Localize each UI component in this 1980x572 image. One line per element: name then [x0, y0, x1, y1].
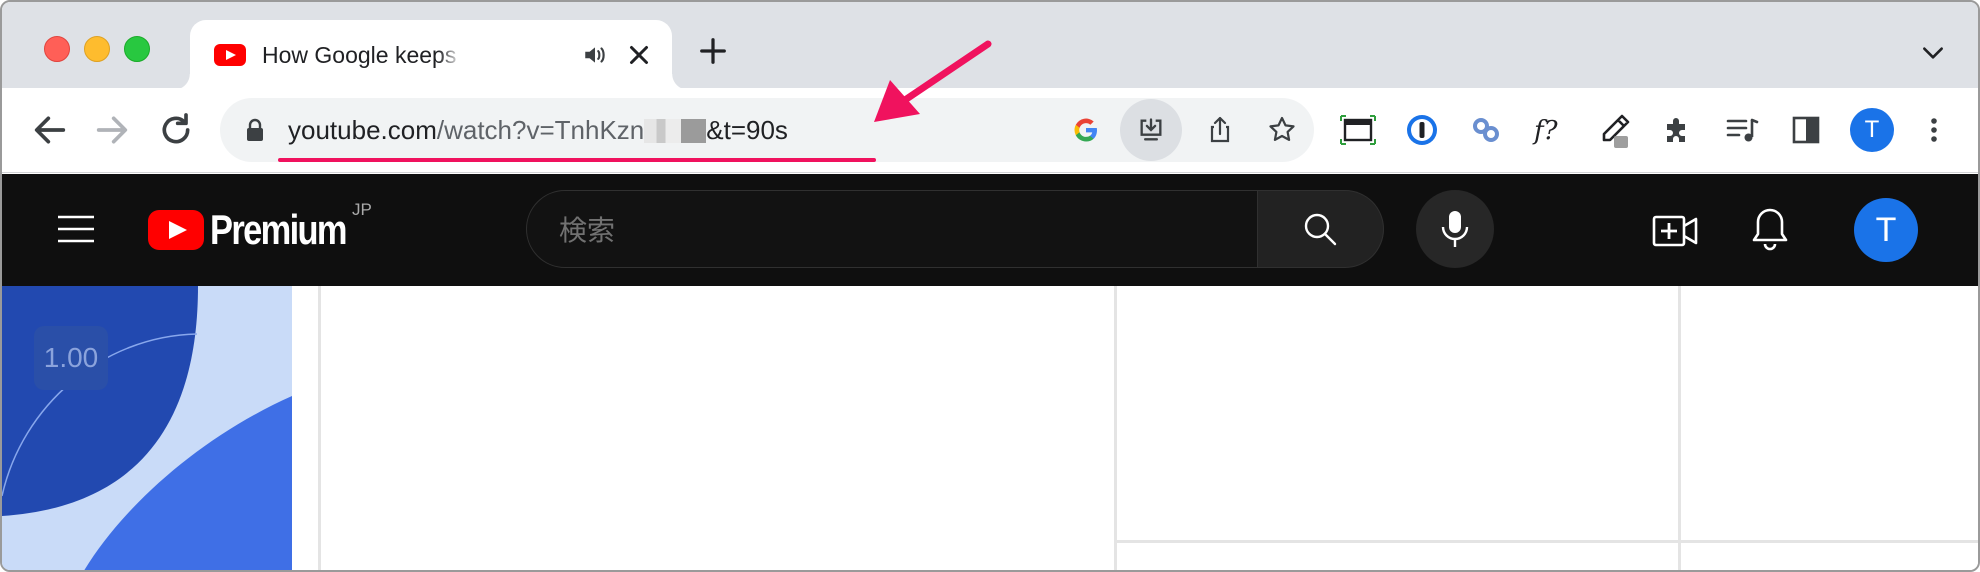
region-label: JP	[352, 200, 372, 219]
screenshot-icon[interactable]	[1338, 110, 1378, 150]
url-path: /watch?v=TnhKzn	[436, 115, 645, 145]
video-thumbnail[interactable]: 1.00	[2, 286, 292, 570]
url-text[interactable]: youtube.com/watch?v=TnhKzn &t=90s	[288, 114, 788, 146]
install-app-icon	[1140, 118, 1162, 141]
create-video-icon[interactable]	[1652, 210, 1698, 252]
youtube-favicon-icon	[214, 44, 246, 66]
youtube-logo-icon[interactable]	[148, 210, 204, 250]
active-tab[interactable]: How Google keeps you safe	[174, 20, 688, 90]
page-content: 1.00	[2, 286, 1978, 570]
share-icon[interactable]	[1200, 110, 1240, 150]
eyedropper-icon[interactable]	[1594, 110, 1634, 150]
search-box[interactable]	[526, 190, 1258, 268]
microphone-icon	[1441, 211, 1469, 247]
new-tab-plus-icon[interactable]	[698, 36, 728, 66]
lock-icon[interactable]	[246, 118, 264, 142]
profile-avatar[interactable]: T	[1850, 108, 1894, 152]
youtube-brand-text[interactable]: Premium	[210, 204, 348, 256]
link-icon[interactable]	[1466, 110, 1506, 150]
youtube-header: Premium JP T	[2, 174, 1978, 286]
close-window-button[interactable]	[44, 36, 70, 62]
browser-window: How Google keeps you safe	[0, 0, 1980, 572]
url-suffix: &t=90s	[706, 115, 788, 145]
google-icon[interactable]	[1066, 110, 1106, 150]
reload-icon[interactable]	[156, 110, 196, 150]
search-input[interactable]	[557, 211, 1161, 249]
voice-search-button[interactable]	[1416, 190, 1494, 268]
divider	[1678, 286, 1681, 570]
side-panel-icon[interactable]	[1786, 110, 1826, 150]
url-annotation-underline	[278, 158, 876, 162]
divider	[1114, 286, 1117, 570]
formula-icon[interactable]: f?	[1530, 110, 1570, 150]
youtube-avatar[interactable]: T	[1854, 198, 1918, 262]
close-tab-icon[interactable]	[624, 40, 654, 70]
address-bar[interactable]: youtube.com/watch?v=TnhKzn &t=90s	[220, 98, 1314, 162]
annotation-arrow-icon	[874, 40, 992, 122]
speaker-icon[interactable]	[582, 42, 608, 68]
chevron-down-icon[interactable]	[1920, 40, 1946, 66]
search-button[interactable]	[1258, 190, 1384, 268]
1password-icon[interactable]	[1402, 110, 1442, 150]
minimize-window-button[interactable]	[84, 36, 110, 62]
menu-dots-icon[interactable]	[1914, 110, 1954, 150]
tab-title: How Google keeps you safe	[262, 42, 462, 68]
media-queue-icon[interactable]	[1722, 110, 1762, 150]
svg-text:f?: f?	[1532, 116, 1559, 146]
forward-icon[interactable]	[92, 110, 132, 150]
divider	[1114, 540, 1978, 543]
divider	[318, 286, 321, 570]
redacted-video-id	[644, 119, 707, 143]
search-icon	[1304, 213, 1337, 246]
hamburger-menu-icon[interactable]	[58, 214, 94, 244]
back-icon[interactable]	[30, 110, 70, 150]
notifications-bell-icon[interactable]	[1750, 206, 1790, 252]
playback-speed-badge: 1.00	[34, 326, 108, 390]
url-host: youtube.com	[288, 115, 437, 145]
bookmark-star-icon[interactable]	[1262, 110, 1302, 150]
fullscreen-window-button[interactable]	[124, 36, 150, 62]
install-app-button[interactable]	[1120, 99, 1182, 161]
puzzle-icon[interactable]	[1658, 110, 1698, 150]
